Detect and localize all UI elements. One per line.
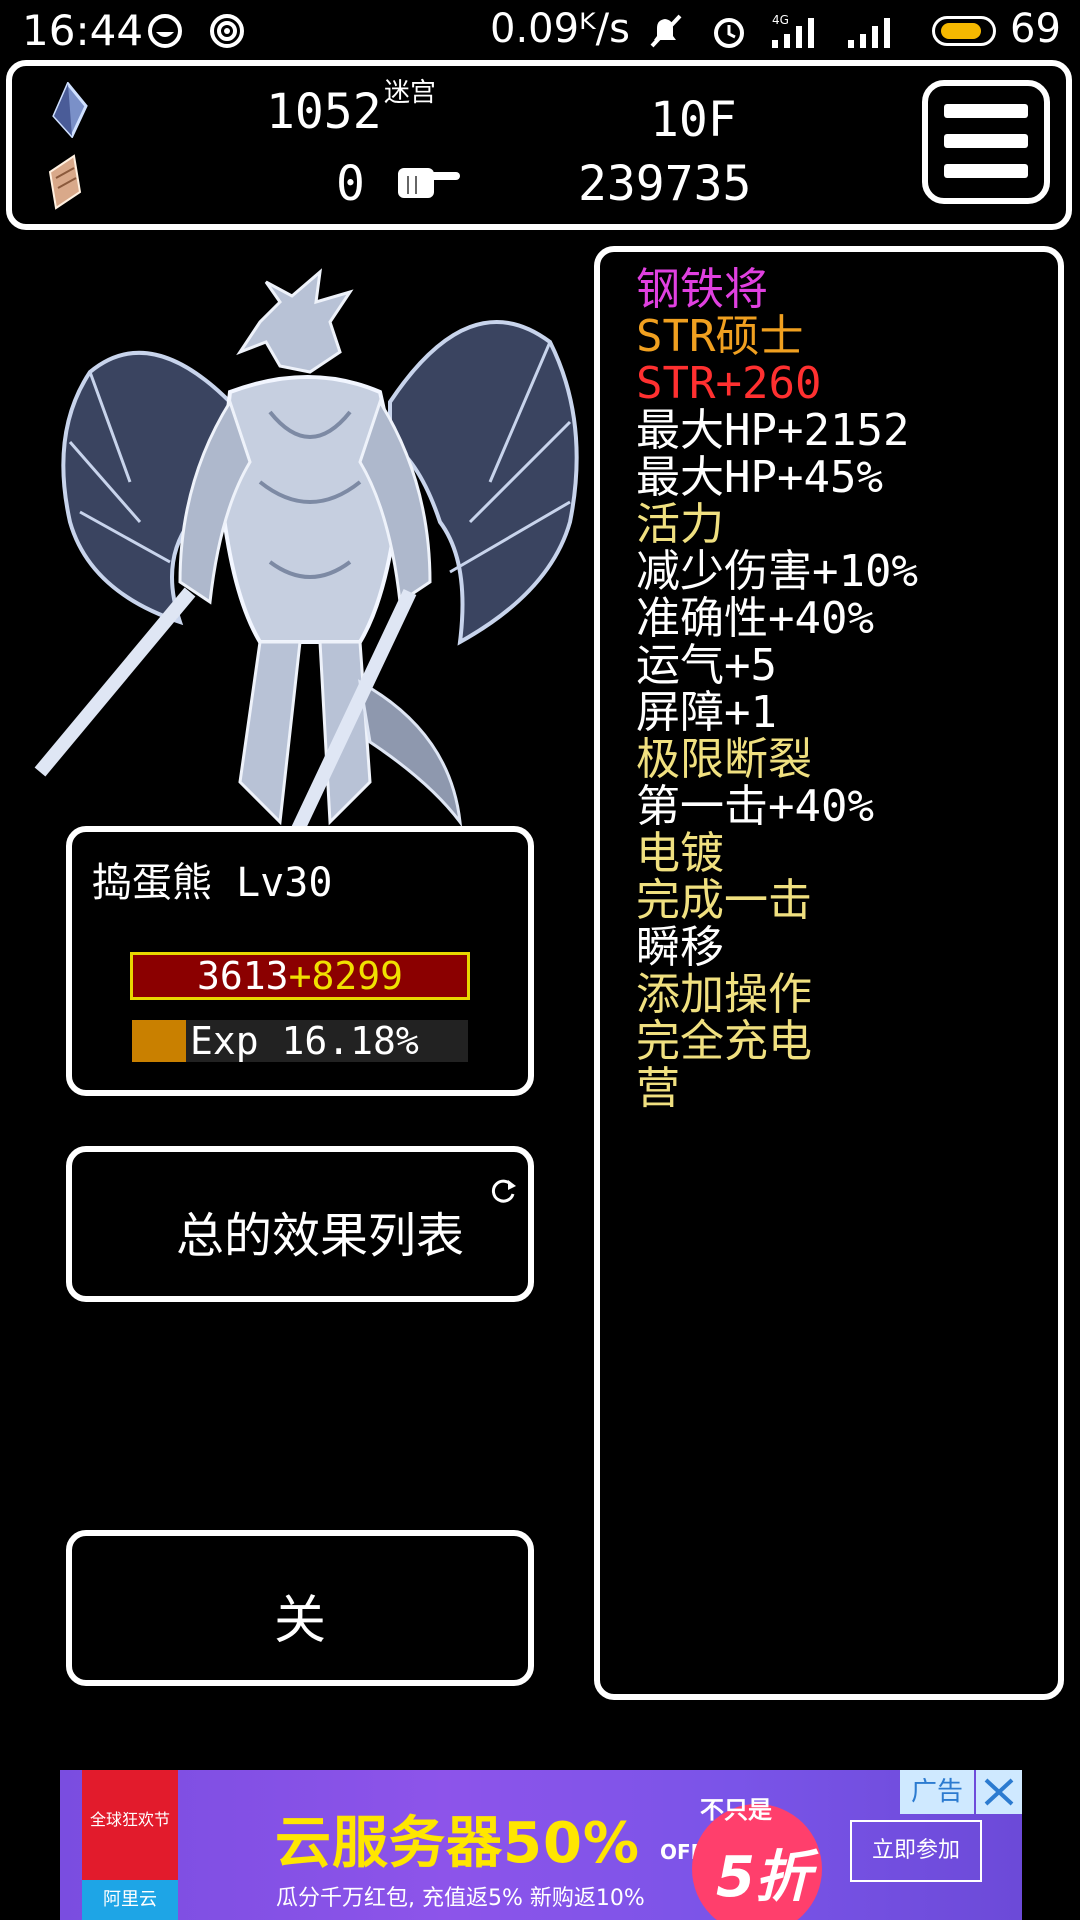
signal-4g-icon: 4G [772,13,814,48]
ad-label: 广告 [900,1770,974,1814]
refresh-icon[interactable] [488,1176,518,1206]
battery-icon [932,16,996,46]
hp-bar: 3613+8299 [130,952,470,1000]
scroll-count: 0 [336,156,365,212]
menu-icon-bar [944,134,1028,148]
hp-current: 3613 [197,954,289,998]
exp-bar: Exp 16.18% [132,1020,468,1062]
battery-percent: 69 [1010,6,1061,52]
status-time: 16:44 [22,6,144,55]
menu-icon [944,104,1028,118]
effects-list-label: 总的效果列表 [175,1208,464,1264]
ad-headline: 云服务器50% [275,1811,641,1876]
pointing-hand-icon [398,168,460,198]
ad-discount-label: 5折 [716,1845,811,1910]
status-bar: 16:44 0.09ᴷ/s 4G 69 [0,0,1080,60]
close-button-label: 关 [273,1591,326,1651]
ad-brand-logo: 阿里云 [82,1880,178,1920]
ad-banner[interactable]: 全球狂欢节 阿里云 云服务器50% OFF 瓜分千万红包, 充值返5% 新购返1… [60,1770,1022,1920]
ad-join-button[interactable]: 立即参加 [850,1820,982,1882]
hp-bonus: +8299 [288,954,403,998]
ad-not-only-label: 不只是 [700,1796,772,1824]
ad-subline: 瓜分千万红包, 充值返5% 新购返10% [276,1886,645,1911]
effects-list-panel: 钢铁将 STR硕士 STR+260 最大HP+2152 最大HP+45% 活力 减少伤害+1… [594,246,1064,1700]
gold-count: 239735 [578,156,752,212]
scroll-icon [48,154,82,210]
mode-label: 迷宫 [384,78,437,108]
mute-icon [650,14,682,48]
network-type-label: 4G [772,13,789,27]
menu-button[interactable] [922,80,1050,204]
alarm-icon [714,18,744,48]
ad-event-label: 全球狂欢节 [89,1810,170,1829]
crystal-icon [52,82,88,138]
hotspot-icon [210,14,244,48]
exp-bar-fill [132,1020,187,1062]
exp-text: Exp 16.18% [190,1019,419,1063]
effect-line: 营 [636,1063,680,1114]
signal-icon [848,18,890,48]
floor-label: 10F [650,92,737,148]
network-speed: 0.09ᴷ/s [490,6,630,52]
crystal-count: 1052 [266,84,382,140]
ad-close-icon[interactable] [976,1770,1022,1814]
hud-panel [6,60,1072,230]
character-name-level: 捣蛋熊 Lv30 [92,860,333,906]
face-icon [148,14,182,48]
menu-icon-bar [944,164,1028,178]
